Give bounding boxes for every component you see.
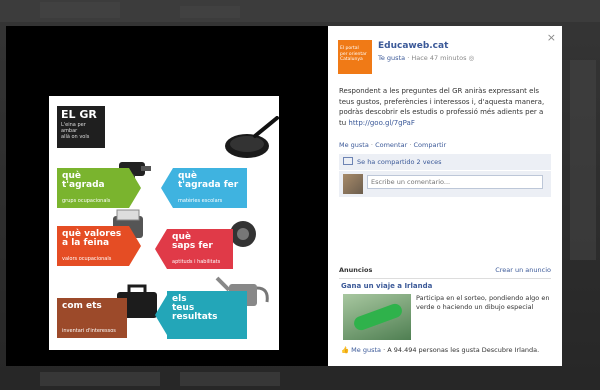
tile-title: què t'agrada (62, 171, 105, 190)
ads-title: Anuncios (339, 266, 373, 274)
post-actions: Me gusta · Comentar · Compartir (339, 141, 446, 149)
gr-label: EL GR L'eina per ambar allà on vols (57, 106, 105, 148)
shares-count: Se ha compartido 2 veces (357, 158, 442, 166)
tile-title: els teus resultats (172, 294, 218, 322)
share-button[interactable]: Compartir (413, 141, 446, 149)
ad-like-button[interactable]: Me gusta (351, 346, 381, 354)
comment-button[interactable]: Comentar (375, 141, 407, 149)
separator: · (370, 141, 373, 149)
thumbs-up-icon: 👍 (341, 346, 350, 354)
tile-subtitle: matèries escolars (178, 198, 223, 204)
post-panel: × El portal per orientar Catalunya Educa… (328, 26, 562, 366)
close-icon[interactable]: × (547, 31, 556, 44)
like-status-link[interactable]: Te gusta (378, 54, 405, 62)
comment-row (339, 171, 551, 197)
gr-title: EL GR (61, 108, 97, 121)
tile-subtitle: grups ocupacionals (62, 198, 111, 204)
tile-que-saps-fer: què saps fer aptituds i habilitats (155, 229, 233, 269)
ad-like-row: 👍 Me gusta · A 94.494 personas les gusta… (341, 346, 539, 354)
tile-title: què t'agrada fer (178, 171, 239, 190)
tile-que-tagrada: què t'agrada grups ocupacionals (57, 168, 141, 208)
comment-input[interactable] (367, 175, 543, 189)
frying-pan-icon (225, 116, 279, 158)
like-button[interactable]: Me gusta (339, 141, 369, 149)
tile-els-teus-resultats: els teus resultats (155, 291, 247, 339)
tile-title: què saps fer (172, 232, 213, 251)
tile-com-ets: com ets inventari d'interessos (57, 298, 127, 338)
page-logo[interactable]: El portal per orientar Catalunya (338, 40, 372, 74)
avatar (343, 174, 363, 194)
ads-header: Anuncios Crear un anuncio (339, 266, 551, 279)
globe-icon: ◎ (468, 54, 475, 62)
tile-subtitle: aptituds i habilitats (172, 259, 221, 265)
separator: · (409, 141, 412, 149)
tile-subtitle: valors ocupacionals (62, 256, 112, 262)
ad-title-link[interactable]: Gana un viaje a Irlanda (341, 282, 432, 290)
page-name-link[interactable]: Educaweb.cat (378, 41, 448, 51)
tile-title: què valores a la feina (62, 229, 122, 248)
ad-text: Participa en el sorteo, pondiendo algo e… (416, 294, 550, 311)
ad-like-count: · A 94.494 personas les gusta Descubre I… (383, 346, 540, 354)
bottle-icon (352, 301, 404, 333)
create-ad-link[interactable]: Crear un anuncio (495, 266, 551, 274)
post-url-link[interactable]: http://goo.gl/7gPaF (348, 119, 414, 127)
tile-que-valores: què valores a la feina valors ocupaciona… (57, 226, 141, 266)
gr-subtitle: L'eina per ambar allà on vols (61, 122, 90, 140)
poster-image: EL GR L'eina per ambar allà on vols què … (49, 96, 279, 350)
tile-title: com ets (62, 301, 102, 311)
photo-stage[interactable]: EL GR L'eina per ambar allà on vols què … (6, 26, 330, 366)
post-time: · Hace 47 minutos (407, 54, 467, 62)
tile-subtitle: inventari d'interessos (62, 328, 116, 334)
shares-row[interactable]: Se ha compartido 2 veces (339, 154, 551, 170)
ad-image[interactable] (343, 294, 411, 340)
tile-que-tagrada-fer: què t'agrada fer matèries escolars (161, 168, 247, 208)
logo-text: El portal per orientar Catalunya (340, 46, 367, 62)
share-icon (343, 157, 353, 165)
post-meta: Te gusta · Hace 47 minutos ◎ (378, 54, 474, 62)
post-text: Respondent a les preguntes del GR aniràs… (339, 86, 551, 128)
